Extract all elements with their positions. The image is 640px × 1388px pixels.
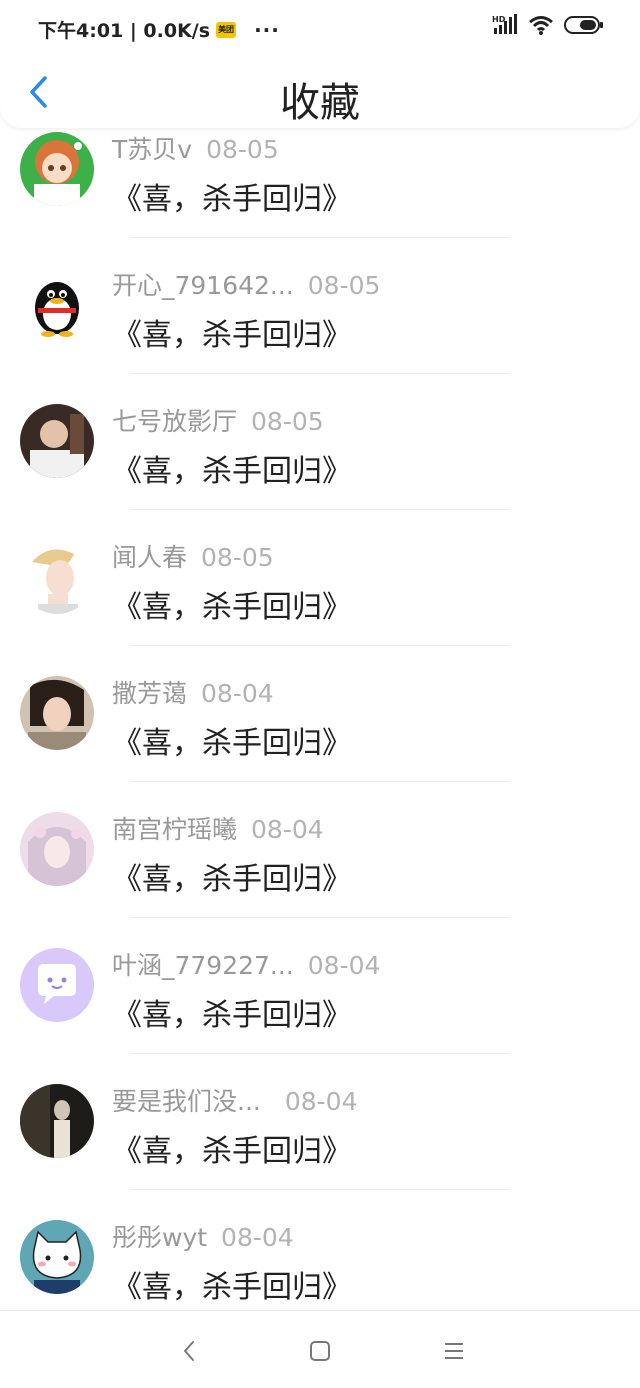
illustration-avatar-icon bbox=[20, 812, 94, 886]
menu-nav-icon bbox=[445, 1343, 463, 1359]
item-title[interactable]: 《喜，杀手回归》 bbox=[112, 990, 352, 1034]
list-item[interactable]: 撒芳蔼 08-04 《喜，杀手回归》 bbox=[0, 672, 640, 808]
list-item[interactable]: 开心_791642... 08-05 《喜，杀手回归》 bbox=[0, 264, 640, 400]
list-item[interactable]: 南宫柠瑶曦 08-04 《喜，杀手回归》 bbox=[0, 808, 640, 944]
author-name: 撒芳蔼 bbox=[112, 679, 188, 708]
avatar[interactable] bbox=[20, 948, 94, 1022]
avatar[interactable] bbox=[20, 268, 94, 342]
list-item[interactable]: 要是我们没... 08-04 《喜，杀手回归》 bbox=[0, 1080, 640, 1216]
item-date: 08-05 bbox=[251, 407, 324, 436]
status-time-speed: 下午4:01 | 0.0K/s bbox=[38, 20, 211, 42]
wifi-icon bbox=[529, 16, 553, 35]
photo-avatar-icon bbox=[20, 676, 94, 750]
back-nav-button[interactable] bbox=[171, 1333, 207, 1369]
divider bbox=[130, 373, 510, 374]
item-title[interactable]: 《喜，杀手回归》 bbox=[112, 1262, 352, 1306]
favorites-list: T苏贝v 08-05 《喜，杀手回归》 开心_791642... 08-05 《… bbox=[0, 128, 640, 1310]
author-name: 开心_791642... bbox=[112, 271, 294, 300]
item-date: 08-04 bbox=[201, 679, 274, 708]
status-bar: 下午4:01 | 0.0K/s 美团 ··· HD bbox=[0, 0, 640, 56]
photo-avatar-icon bbox=[20, 404, 94, 478]
item-title[interactable]: 《喜，杀手回归》 bbox=[112, 1126, 352, 1170]
divider bbox=[130, 509, 510, 510]
item-title[interactable]: 《喜，杀手回归》 bbox=[112, 310, 352, 354]
item-author: 撒芳蔼 08-04 bbox=[112, 674, 274, 710]
page-title: 收藏 bbox=[280, 80, 360, 126]
avatar[interactable] bbox=[20, 132, 94, 206]
item-author: 彤彤wyt 08-04 bbox=[112, 1218, 294, 1254]
cat-avatar-icon bbox=[20, 1220, 94, 1294]
list-item[interactable]: 叶涵_779227... 08-04 《喜，杀手回归》 bbox=[0, 944, 640, 1080]
battery-icon bbox=[564, 16, 603, 34]
illustration-avatar-icon bbox=[20, 540, 94, 614]
item-date: 08-04 bbox=[251, 815, 324, 844]
item-title[interactable]: 《喜，杀手回归》 bbox=[112, 718, 352, 762]
item-date: 08-04 bbox=[307, 951, 381, 980]
item-title[interactable]: 《喜，杀手回归》 bbox=[112, 174, 352, 218]
author-name: 叶涵_779227... bbox=[112, 951, 294, 980]
header-bar: 收藏 bbox=[0, 56, 640, 128]
divider bbox=[130, 1189, 510, 1190]
penguin-avatar-icon bbox=[20, 268, 94, 342]
item-title[interactable]: 《喜，杀手回归》 bbox=[112, 854, 352, 898]
list-item[interactable]: T苏贝v 08-05 《喜，杀手回归》 bbox=[0, 128, 640, 264]
author-name: 南宫柠瑶曦 bbox=[112, 815, 238, 844]
status-right: HD bbox=[492, 14, 604, 36]
list-item[interactable]: 闻人春 08-05 《喜，杀手回归》 bbox=[0, 536, 640, 672]
divider bbox=[130, 781, 510, 782]
item-author: 叶涵_779227... 08-04 bbox=[112, 946, 380, 982]
item-author: T苏贝v 08-05 bbox=[112, 130, 279, 166]
divider bbox=[130, 917, 510, 918]
item-author: 闻人春 08-05 bbox=[112, 538, 274, 574]
status-left: 下午4:01 | 0.0K/s 美团 ··· bbox=[38, 16, 280, 43]
divider bbox=[130, 645, 510, 646]
home-nav-icon bbox=[310, 1341, 330, 1361]
avatar[interactable] bbox=[20, 1220, 94, 1294]
item-date: 08-05 bbox=[307, 271, 381, 300]
item-author: 七号放影厅 08-05 bbox=[112, 402, 324, 438]
author-name: 七号放影厅 bbox=[112, 407, 238, 436]
item-author: 开心_791642... 08-05 bbox=[112, 266, 380, 302]
list-item[interactable]: 七号放影厅 08-05 《喜，杀手回归》 bbox=[0, 400, 640, 536]
item-date: 08-04 bbox=[221, 1223, 294, 1252]
menu-nav-button[interactable] bbox=[436, 1333, 472, 1369]
item-title[interactable]: 《喜，杀手回归》 bbox=[112, 446, 352, 490]
author-name: T苏贝v bbox=[112, 135, 193, 164]
avatar[interactable] bbox=[20, 540, 94, 614]
divider bbox=[130, 1053, 510, 1054]
item-date: 08-05 bbox=[206, 135, 279, 164]
home-nav-button[interactable] bbox=[302, 1333, 338, 1369]
author-name: 要是我们没... bbox=[112, 1087, 261, 1116]
anime-girl-avatar-icon bbox=[20, 132, 94, 206]
item-author: 要是我们没... 08-04 bbox=[112, 1082, 358, 1118]
avatar[interactable] bbox=[20, 676, 94, 750]
photo-avatar-icon bbox=[20, 1084, 94, 1158]
avatar[interactable] bbox=[20, 812, 94, 886]
system-nav-bar bbox=[0, 1310, 640, 1388]
item-date: 08-04 bbox=[284, 1087, 358, 1116]
chat-bubble-avatar-icon bbox=[20, 948, 94, 1022]
list-item[interactable]: 彤彤wyt 08-04 《喜，杀手回归》 bbox=[0, 1216, 640, 1310]
meituan-app-icon: 美团 bbox=[216, 21, 237, 38]
divider bbox=[130, 237, 510, 238]
author-name: 闻人春 bbox=[112, 543, 188, 572]
back-nav-icon bbox=[184, 1341, 194, 1361]
item-date: 08-05 bbox=[201, 543, 274, 572]
item-author: 南宫柠瑶曦 08-04 bbox=[112, 810, 324, 846]
author-name: 彤彤wyt bbox=[112, 1223, 208, 1252]
more-notifications-icon: ··· bbox=[254, 17, 280, 42]
svg-text:HD: HD bbox=[492, 15, 506, 24]
signal-icon: HD bbox=[492, 14, 517, 34]
avatar[interactable] bbox=[20, 1084, 94, 1158]
avatar[interactable] bbox=[20, 404, 94, 478]
item-title[interactable]: 《喜，杀手回归》 bbox=[112, 582, 352, 626]
